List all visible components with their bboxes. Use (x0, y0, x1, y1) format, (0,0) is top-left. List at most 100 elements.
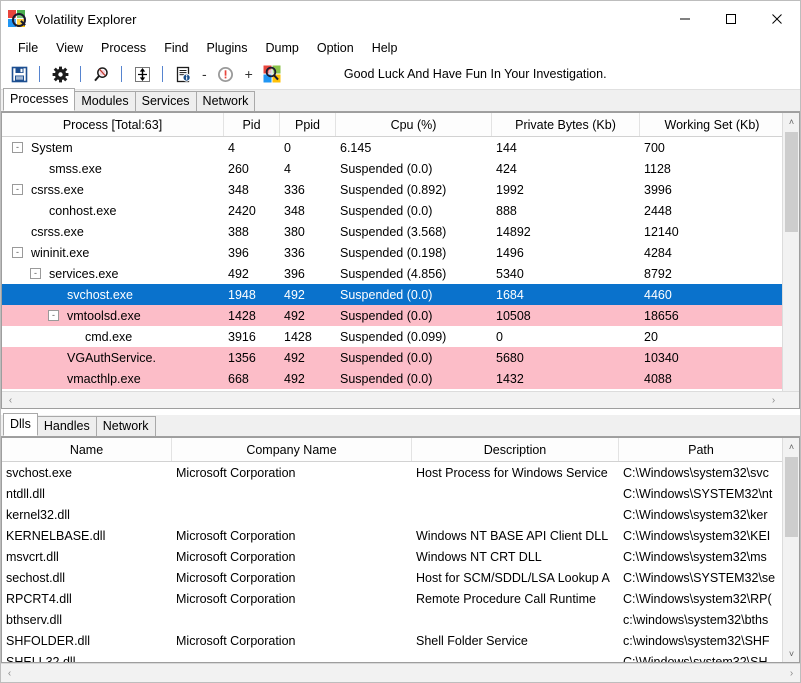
dll-path-cell: c:\windows\system32\bths (623, 612, 769, 627)
tab-dlls[interactable]: Dlls (3, 413, 38, 436)
process-ppid-cell: 1428 (284, 329, 312, 344)
process-pid-cell: 1948 (228, 287, 256, 302)
dll-table-row[interactable]: RPCRT4.dll Microsoft Corporation Remote Pr… (2, 588, 799, 609)
scroll-down-icon[interactable]: ˅ (783, 645, 799, 662)
process-cpu-cell: Suspended (0.0) (340, 350, 433, 365)
menu-bar: File View Process Find Plugins Dump Opti… (1, 37, 800, 59)
process-table-row[interactable]: - vmtoolsd.exe 1428 492 Suspended (0.0) 10508… (2, 305, 799, 326)
tab-services[interactable]: Services (134, 91, 197, 111)
process-scroll-thumb[interactable] (785, 132, 798, 232)
menu-find[interactable]: Find (155, 39, 197, 57)
volatility-magnifier-icon (8, 10, 26, 28)
scroll-up-icon[interactable]: ˄ (783, 113, 799, 130)
process-cpu-cell: Suspended (0.892) (340, 182, 447, 197)
process-table-row[interactable]: vmacthlp.exe 668 492 Suspended (0.0) 1432 408… (2, 368, 799, 389)
window-horizontal-scrollbar[interactable]: ‹ › (1, 663, 800, 682)
dll-company-cell: Microsoft Corporation (176, 570, 296, 585)
warning-circle-icon[interactable] (212, 62, 240, 86)
process-table-row[interactable]: cmd.exe 3916 1428 Suspended (0.099) 0 20 (2, 326, 799, 347)
dll-path-cell: C:\Windows\SYSTEM32\se (623, 570, 776, 585)
process-column-header[interactable]: Private Bytes (Kb) (492, 113, 640, 136)
dll-table-row[interactable]: sechost.dll Microsoft Corporation Host for… (2, 567, 799, 588)
process-pid-cell: 668 (228, 371, 249, 386)
maximize-button[interactable] (708, 1, 754, 37)
save-icon[interactable] (5, 62, 33, 86)
process-table-row[interactable]: - services.exe 492 396 Suspended (4.856) 5340… (2, 263, 799, 284)
process-table-row[interactable]: - wininit.exe 396 336 Suspended (0.198) 1496 4… (2, 242, 799, 263)
process-cpu-cell: Suspended (0.0) (340, 161, 433, 176)
process-horizontal-scrollbar[interactable]: ‹ › (2, 391, 799, 408)
magnifier-icon[interactable] (87, 62, 115, 86)
dll-table-row[interactable]: svchost.exe Microsoft Corporation Host Pro… (2, 462, 799, 483)
process-table-row[interactable]: VGAuthService. 1356 492 Suspended (0.0) 5680… (2, 347, 799, 368)
process-table-row[interactable]: smss.exe 260 4 Suspended (0.0) 424 1128 (2, 158, 799, 179)
process-cpu-cell: Suspended (0.099) (340, 329, 447, 344)
dll-column-header[interactable]: Path (619, 438, 784, 461)
process-table-row[interactable]: svchost.exe 1948 492 Suspended (0.0) 1684 446… (2, 284, 799, 305)
process-column-header[interactable]: Cpu (%) (336, 113, 492, 136)
process-table-row[interactable]: - csrss.exe 348 336 Suspended (0.892) 1992 399… (2, 179, 799, 200)
scroll-left-icon[interactable]: ‹ (2, 392, 19, 409)
process-column-header[interactable]: Process [Total:63] (2, 113, 224, 136)
resize-vertical-icon[interactable] (128, 62, 156, 86)
tab-network[interactable]: Network (195, 91, 256, 111)
close-button[interactable] (754, 1, 800, 37)
scroll-up-icon[interactable]: ˄ (783, 438, 799, 455)
process-ppid-cell: 492 (284, 371, 305, 386)
dll-company-cell: Microsoft Corporation (176, 528, 296, 543)
process-working-set-cell: 8792 (644, 266, 672, 281)
scroll-right-icon[interactable]: › (765, 392, 782, 409)
dll-table-row[interactable]: SHELL32.dll C:\Windows\system32\SH (2, 651, 799, 663)
tab-network-detail[interactable]: Network (95, 416, 156, 436)
menu-help[interactable]: Help (363, 39, 407, 57)
process-table-row[interactable]: conhost.exe 2420 348 Suspended (0.0) 888 2448 (2, 200, 799, 221)
tab-processes[interactable]: Processes (3, 88, 76, 111)
process-name-cell: - vmtoolsd.exe (2, 305, 224, 326)
tree-collapse-icon[interactable]: - (12, 142, 23, 153)
process-vertical-scrollbar[interactable]: ˄ ˅ (782, 113, 799, 408)
dll-table-row[interactable]: SHFOLDER.dll Microsoft Corporation Shell F… (2, 630, 799, 651)
process-ppid-cell: 336 (284, 245, 305, 260)
tree-collapse-icon[interactable]: - (12, 247, 23, 258)
menu-dump[interactable]: Dump (257, 39, 308, 57)
process-column-header[interactable]: Pid (224, 113, 280, 136)
dll-path-cell: C:\Windows\system32\ms (623, 549, 767, 564)
process-cpu-cell: Suspended (0.0) (340, 203, 433, 218)
dll-table-row[interactable]: ntdll.dll C:\Windows\SYSTEM32\nt (2, 483, 799, 504)
process-table-row[interactable]: csrss.exe 388 380 Suspended (3.568) 14892 121… (2, 221, 799, 242)
volatility-icon[interactable] (258, 62, 286, 86)
tree-collapse-icon[interactable]: - (48, 310, 59, 321)
dll-scroll-thumb[interactable] (785, 457, 798, 537)
dll-column-header[interactable]: Description (412, 438, 619, 461)
process-column-header[interactable]: Working Set (Kb) (640, 113, 785, 136)
tagline-text: Good Luck And Have Fun In Your Investiga… (343, 67, 607, 81)
process-ppid-cell: 492 (284, 287, 305, 302)
tree-collapse-icon[interactable]: - (12, 184, 23, 195)
menu-file[interactable]: File (9, 39, 47, 57)
dll-name-cell: SHELL32.dll (6, 654, 76, 663)
dll-table-row[interactable]: msvcrt.dll Microsoft Corporation Windows N… (2, 546, 799, 567)
gear-icon[interactable] (46, 62, 74, 86)
process-table-row[interactable]: - System 4 0 6.145 144 700 (2, 137, 799, 158)
process-column-header[interactable]: Ppid (280, 113, 336, 136)
dll-table-row[interactable]: bthserv.dll c:\windows\system32\bths (2, 609, 799, 630)
menu-view[interactable]: View (47, 39, 92, 57)
dll-column-header[interactable]: Company Name (172, 438, 412, 461)
menu-plugins[interactable]: Plugins (198, 39, 257, 57)
dll-table-row[interactable]: kernel32.dll C:\Windows\system32\ker (2, 504, 799, 525)
scroll-right-icon[interactable]: › (783, 665, 800, 682)
document-info-icon[interactable] (169, 62, 197, 86)
process-ppid-cell: 336 (284, 182, 305, 197)
dll-description-cell (412, 609, 619, 630)
dll-vertical-scrollbar[interactable]: ˄ ˅ (782, 438, 799, 662)
process-name-label: System (31, 140, 73, 155)
menu-process[interactable]: Process (92, 39, 155, 57)
dll-column-header[interactable]: Name (2, 438, 172, 461)
tab-handles[interactable]: Handles (36, 416, 97, 436)
menu-option[interactable]: Option (308, 39, 363, 57)
dll-table-row[interactable]: KERNELBASE.dll Microsoft Corporation Windo… (2, 525, 799, 546)
minimize-button[interactable] (662, 1, 708, 37)
tree-collapse-icon[interactable]: - (30, 268, 41, 279)
scroll-left-icon[interactable]: ‹ (1, 665, 18, 682)
tab-modules[interactable]: Modules (74, 91, 136, 111)
